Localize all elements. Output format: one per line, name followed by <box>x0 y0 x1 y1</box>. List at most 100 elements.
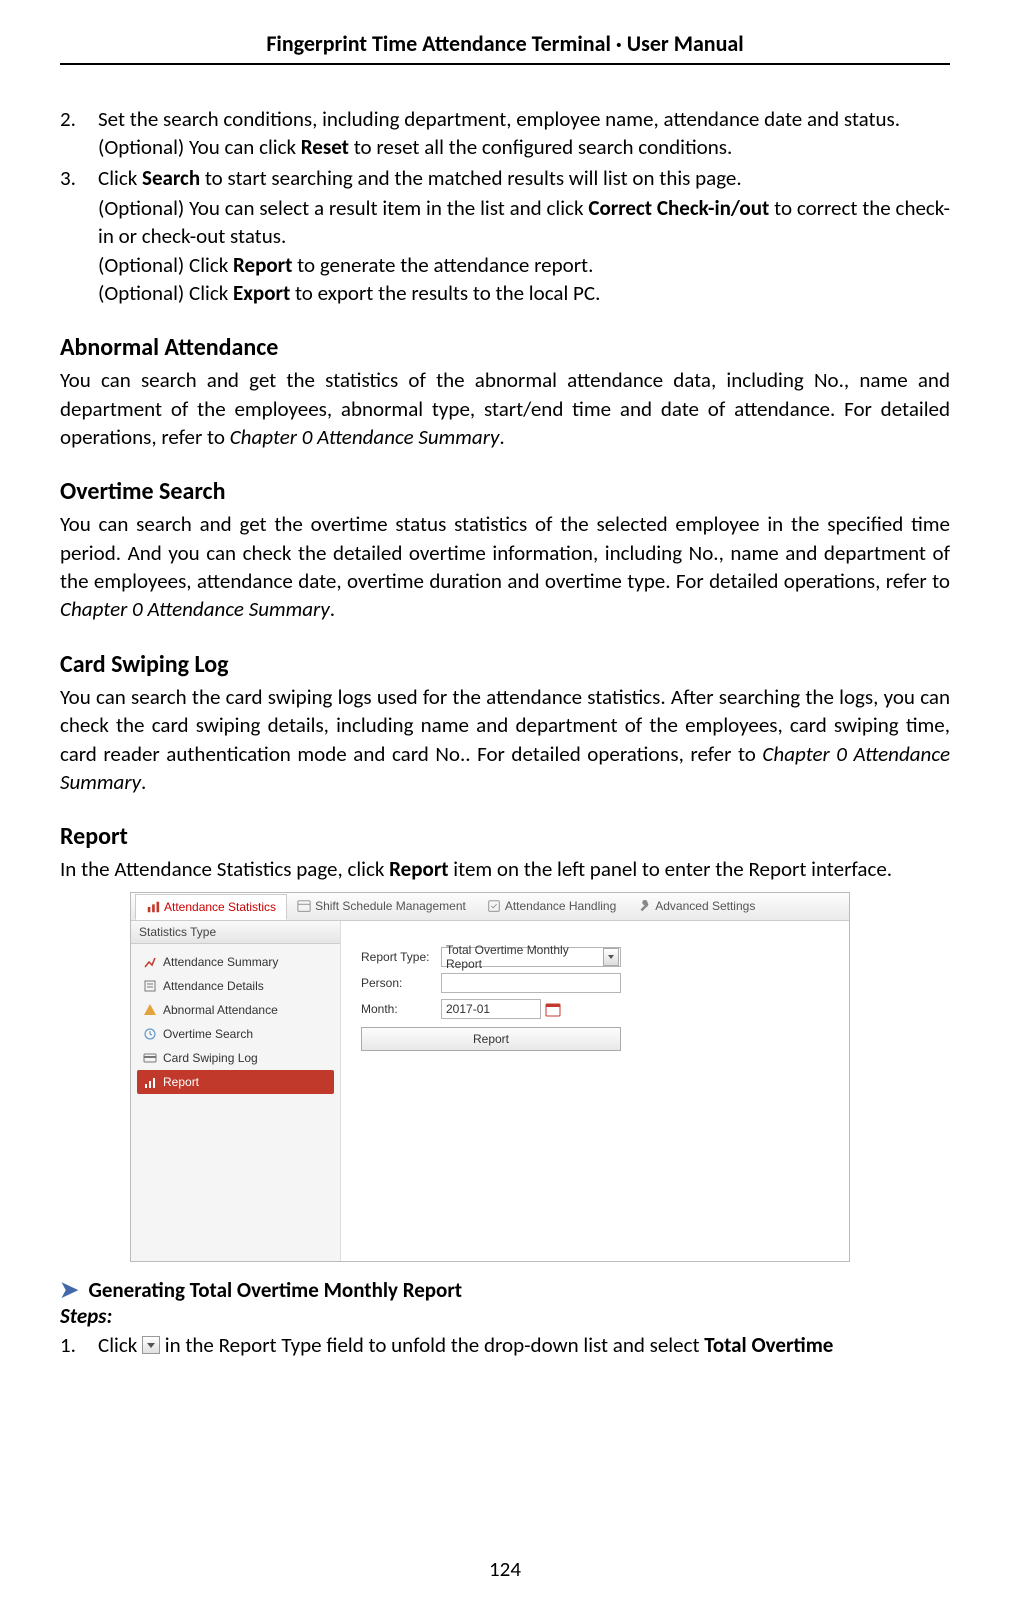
sidebar-header: Statistics Type <box>131 921 340 944</box>
warning-icon <box>143 1003 157 1017</box>
para-card-swiping-log: You can search the card swiping logs use… <box>60 683 950 796</box>
report-icon <box>143 1075 157 1089</box>
heading-card-swiping-log: Card Swiping Log <box>60 650 950 679</box>
step-2: 2. Set the search conditions, including … <box>60 105 950 162</box>
step-3a-post: to start searching and the matched resul… <box>200 165 742 191</box>
para-overtime-search: You can search and get the overtime stat… <box>60 510 950 623</box>
heading-abnormal-attendance: Abnormal Attendance <box>60 333 950 362</box>
steps-label: Steps: <box>60 1303 950 1329</box>
tab-attendance-handling-label: Attendance Handling <box>505 899 616 913</box>
sidebar-item-attendance-details[interactable]: Attendance Details <box>137 974 334 998</box>
label-person: Person: <box>361 976 441 990</box>
sidebar-item-report[interactable]: Report <box>137 1070 334 1094</box>
app-tabbar: Attendance Statistics Shift Schedule Man… <box>131 893 849 921</box>
tab-attendance-statistics-label: Attendance Statistics <box>164 900 276 914</box>
overtime-post: . <box>330 596 335 622</box>
step-3b: (Optional) You can select a result item … <box>98 194 950 251</box>
tab-advanced-settings-label: Advanced Settings <box>655 899 755 913</box>
app-body: Statistics Type Attendance Summary Atten… <box>131 921 849 1261</box>
para-report-intro: In the Attendance Statistics page, click… <box>60 855 950 883</box>
step-3a-pre: Click <box>98 165 142 191</box>
input-month[interactable]: 2017-01 <box>441 999 541 1019</box>
step-3c-bold: Report <box>233 252 292 278</box>
subheading-generating-report: ➤ Generating Total Overtime Monthly Repor… <box>60 1276 950 1303</box>
sidebar-item-label: Abnormal Attendance <box>163 1003 278 1017</box>
gen-step-1-number: 1. <box>60 1331 98 1359</box>
step-3-number: 3. <box>60 164 98 192</box>
sidebar-item-overtime-search[interactable]: Overtime Search <box>137 1022 334 1046</box>
details-icon <box>143 979 157 993</box>
step-3d-pre: (Optional) Click <box>98 280 233 306</box>
tab-attendance-statistics[interactable]: Attendance Statistics <box>135 894 287 920</box>
dropdown-icon <box>142 1336 160 1354</box>
tab-attendance-handling[interactable]: Attendance Handling <box>477 893 627 919</box>
label-month: Month: <box>361 1002 441 1016</box>
input-month-value: 2017-01 <box>446 1002 490 1016</box>
schedule-icon <box>297 899 311 913</box>
cardlog-post: . <box>141 769 146 795</box>
report-button[interactable]: Report <box>361 1027 621 1051</box>
step-2-text-b-pre: (Optional) You can click <box>98 134 301 160</box>
step-3d-post: to export the results to the local PC. <box>290 280 600 306</box>
app-screenshot: Attendance Statistics Shift Schedule Man… <box>130 892 850 1262</box>
form-row-report-type: Report Type: Total Overtime Monthly Repo… <box>361 947 829 967</box>
report-post: item on the left panel to enter the Repo… <box>449 856 893 882</box>
chart-icon <box>146 900 160 914</box>
step-3a-bold: Search <box>142 165 200 191</box>
step-3: 3. Click Search to start searching and t… <box>60 164 950 192</box>
select-report-type[interactable]: Total Overtime Monthly Report <box>441 947 621 967</box>
sidebar-item-label: Overtime Search <box>163 1027 253 1041</box>
overtime-pre: You can search and get the overtime stat… <box>60 511 950 594</box>
page-header-title: Fingerprint Time Attendance Terminal · U… <box>60 30 950 65</box>
card-icon <box>143 1051 157 1065</box>
heading-overtime-search: Overtime Search <box>60 477 950 506</box>
sidebar-list: Attendance Summary Attendance Details Ab… <box>131 944 340 1100</box>
step-3d-bold: Export <box>233 280 290 306</box>
gen-step-1-mid: in the Report Type field to unfold the d… <box>165 1332 704 1358</box>
tab-shift-schedule[interactable]: Shift Schedule Management <box>287 893 477 919</box>
heading-report: Report <box>60 822 950 851</box>
step-3c-post: to generate the attendance report. <box>292 252 593 278</box>
sidebar: Statistics Type Attendance Summary Atten… <box>131 921 341 1261</box>
para-abnormal-attendance: You can search and get the statistics of… <box>60 366 950 451</box>
calendar-icon[interactable] <box>545 1001 561 1017</box>
report-bold: Report <box>389 856 448 882</box>
content-area: Report Type: Total Overtime Monthly Repo… <box>341 921 849 1261</box>
abnormal-pre: You can search and get the statistics of… <box>60 367 950 450</box>
summary-icon <box>143 955 157 969</box>
handling-icon <box>487 899 501 913</box>
label-report-type: Report Type: <box>361 950 441 964</box>
gen-step-1-bold: Total Overtime <box>704 1332 833 1358</box>
chevron-right-icon: ➤ <box>60 1276 78 1303</box>
sidebar-item-label: Report <box>163 1075 199 1089</box>
step-2-text-b-bold: Reset <box>301 134 349 160</box>
tab-shift-schedule-label: Shift Schedule Management <box>315 899 466 913</box>
form-row-month: Month: 2017-01 <box>361 999 829 1019</box>
step-3b-pre: (Optional) You can select a result item … <box>98 195 588 221</box>
gen-step-1: 1. Click in the Report Type field to unf… <box>60 1331 950 1359</box>
step-2-text-a: Set the search conditions, including dep… <box>98 106 900 132</box>
sidebar-item-label: Attendance Details <box>163 979 264 993</box>
page-number: 124 <box>0 1556 1010 1582</box>
form-row-person: Person: <box>361 973 829 993</box>
sidebar-item-attendance-summary[interactable]: Attendance Summary <box>137 950 334 974</box>
step-2-number: 2. <box>60 105 98 162</box>
abnormal-post: . <box>499 424 504 450</box>
sidebar-item-card-swiping-log[interactable]: Card Swiping Log <box>137 1046 334 1070</box>
report-pre: In the Attendance Statistics page, click <box>60 856 389 882</box>
sidebar-item-label: Attendance Summary <box>163 955 278 969</box>
gen-step-1-pre: Click <box>98 1332 142 1358</box>
sidebar-item-abnormal-attendance[interactable]: Abnormal Attendance <box>137 998 334 1022</box>
step-3c: (Optional) Click Report to generate the … <box>98 251 950 279</box>
clock-icon <box>143 1027 157 1041</box>
subheading-text: Generating Total Overtime Monthly Report <box>88 1277 462 1303</box>
dropdown-button[interactable] <box>603 948 619 966</box>
step-3b-bold: Correct Check-in/out <box>588 195 769 221</box>
tab-advanced-settings[interactable]: Advanced Settings <box>627 893 766 919</box>
step-3d: (Optional) Click Export to export the re… <box>98 279 950 307</box>
select-report-type-value: Total Overtime Monthly Report <box>446 943 603 971</box>
step-3c-pre: (Optional) Click <box>98 252 233 278</box>
overtime-italic: Chapter 0 Attendance Summary <box>60 596 330 622</box>
sidebar-item-label: Card Swiping Log <box>163 1051 258 1065</box>
input-person[interactable] <box>441 973 621 993</box>
